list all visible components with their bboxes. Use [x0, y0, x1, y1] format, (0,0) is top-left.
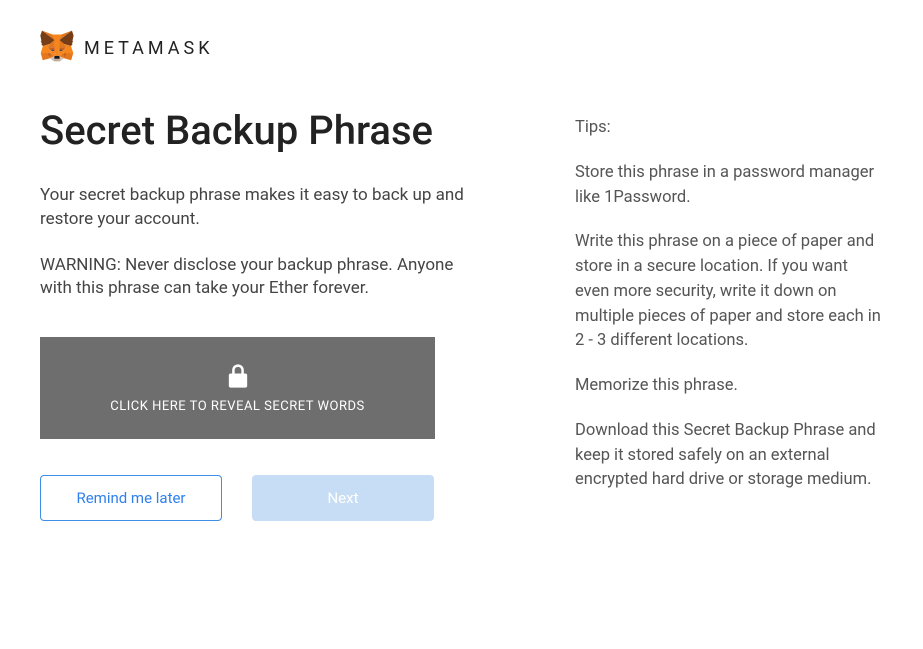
next-button: Next — [252, 475, 434, 521]
tips-heading: Tips: — [575, 116, 883, 141]
page-title: Secret Backup Phrase — [40, 106, 485, 156]
remind-later-button[interactable]: Remind me later — [40, 475, 222, 521]
reveal-label: CLICK HERE TO REVEAL SECRET WORDS — [110, 399, 364, 414]
lock-icon — [228, 363, 248, 393]
description-text: Your secret backup phrase makes it easy … — [40, 184, 485, 232]
warning-text: WARNING: Never disclose your backup phra… — [40, 254, 485, 302]
tips-panel: Tips: Store this phrase in a password ma… — [575, 106, 883, 521]
tip-memorize: Memorize this phrase. — [575, 374, 883, 399]
brand-name: METAMASK — [84, 38, 214, 59]
remind-later-label: Remind me later — [76, 489, 185, 507]
tip-password-manager: Store this phrase in a password manager … — [575, 161, 883, 211]
download-phrase-link[interactable]: Download this Secret Backup Phrase and k… — [575, 419, 883, 493]
fox-icon — [40, 30, 74, 66]
reveal-secret-box[interactable]: CLICK HERE TO REVEAL SECRET WORDS — [40, 337, 435, 439]
tip-paper-storage: Write this phrase on a piece of paper an… — [575, 230, 883, 354]
brand-header: METAMASK — [40, 30, 883, 66]
next-label: Next — [327, 489, 358, 507]
